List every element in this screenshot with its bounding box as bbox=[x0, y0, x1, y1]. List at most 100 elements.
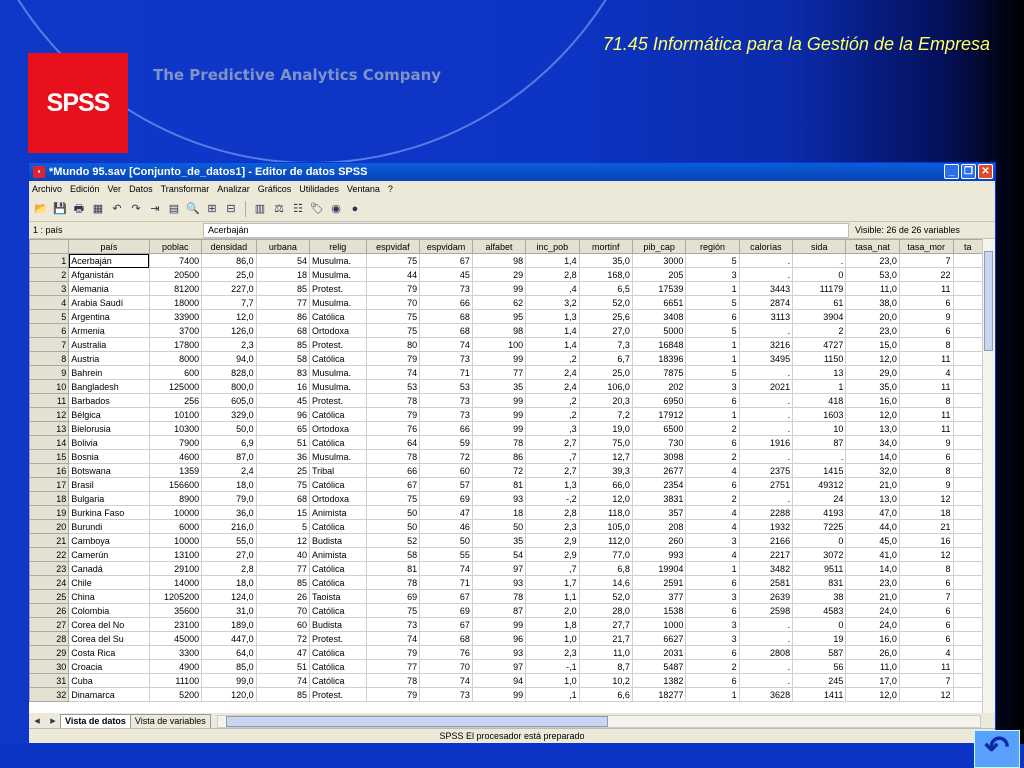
data-cell[interactable]: Chile bbox=[68, 575, 150, 590]
column-header[interactable]: sida bbox=[792, 239, 847, 254]
data-cell[interactable]: 2 bbox=[792, 323, 847, 338]
data-cell[interactable]: 23,0 bbox=[845, 323, 900, 338]
data-cell[interactable]: 99 bbox=[471, 393, 527, 408]
data-cell[interactable]: 77 bbox=[255, 561, 311, 576]
data-cell[interactable]: Católica bbox=[309, 519, 367, 534]
row-number[interactable]: 31 bbox=[29, 673, 70, 688]
data-cell[interactable]: 75 bbox=[365, 323, 421, 338]
data-cell[interactable]: 6 bbox=[898, 603, 954, 618]
data-cell[interactable] bbox=[952, 659, 983, 674]
data-cell[interactable] bbox=[952, 561, 983, 576]
data-cell[interactable]: 79 bbox=[365, 351, 421, 366]
cell-value-input[interactable]: Acerbaján bbox=[203, 222, 849, 238]
data-cell[interactable]: 74 bbox=[365, 365, 421, 380]
data-cell[interactable]: 72 bbox=[471, 463, 527, 478]
data-cell[interactable]: 24 bbox=[792, 491, 847, 506]
data-cell[interactable]: 67 bbox=[419, 253, 473, 268]
data-cell[interactable]: 16,0 bbox=[845, 393, 900, 408]
data-cell[interactable]: 418 bbox=[792, 393, 847, 408]
data-cell[interactable]: 8,7 bbox=[578, 659, 633, 674]
data-cell[interactable]: 1,8 bbox=[525, 617, 580, 632]
data-cell[interactable]: 24,0 bbox=[845, 617, 900, 632]
data-cell[interactable]: 32,0 bbox=[845, 463, 900, 478]
data-cell[interactable]: 53 bbox=[365, 379, 421, 394]
data-cell[interactable]: 21,7 bbox=[578, 631, 633, 646]
data-cell[interactable]: 6 bbox=[685, 673, 740, 688]
data-cell[interactable]: 18 bbox=[471, 505, 527, 520]
data-cell[interactable]: 2,4 bbox=[525, 365, 580, 380]
data-cell[interactable]: 52,0 bbox=[578, 589, 633, 604]
data-cell[interactable]: Croacia bbox=[68, 659, 150, 674]
data-cell[interactable]: 10000 bbox=[148, 505, 203, 520]
data-cell[interactable]: 73 bbox=[419, 687, 473, 702]
data-cell[interactable] bbox=[952, 323, 983, 338]
data-cell[interactable]: 81 bbox=[471, 477, 527, 492]
data-cell[interactable]: 8 bbox=[898, 337, 954, 352]
data-cell[interactable]: 79 bbox=[365, 645, 421, 660]
data-cell[interactable]: 50 bbox=[419, 533, 473, 548]
data-cell[interactable]: 2031 bbox=[631, 645, 687, 660]
data-cell[interactable]: 39,3 bbox=[578, 463, 633, 478]
data-cell[interactable]: 1603 bbox=[792, 407, 847, 422]
data-cell[interactable]: 76 bbox=[419, 645, 473, 660]
data-cell[interactable]: 11179 bbox=[792, 281, 847, 296]
data-cell[interactable]: 3408 bbox=[631, 309, 687, 324]
data-cell[interactable]: 2375 bbox=[738, 463, 794, 478]
data-cell[interactable]: 5200 bbox=[148, 687, 203, 702]
data-cell[interactable]: -,1 bbox=[525, 659, 580, 674]
data-cell[interactable]: 78 bbox=[365, 393, 421, 408]
data-cell[interactable]: 208 bbox=[631, 519, 687, 534]
use-sets-icon[interactable]: ◉ bbox=[328, 201, 344, 217]
row-number[interactable]: 23 bbox=[29, 561, 70, 576]
data-cell[interactable]: 2,4 bbox=[201, 463, 257, 478]
data-cell[interactable]: Bolivia bbox=[68, 435, 150, 450]
data-cell[interactable]: 47 bbox=[255, 645, 311, 660]
data-cell[interactable]: 7400 bbox=[148, 253, 203, 268]
data-cell[interactable]: . bbox=[738, 449, 794, 464]
data-cell[interactable]: 13,0 bbox=[845, 421, 900, 436]
data-cell[interactable]: . bbox=[738, 407, 794, 422]
data-cell[interactable]: 18 bbox=[898, 505, 954, 520]
row-number[interactable]: 32 bbox=[29, 687, 70, 702]
data-cell[interactable]: 1,4 bbox=[525, 337, 580, 352]
show-all-icon[interactable]: ● bbox=[347, 201, 363, 217]
data-cell[interactable] bbox=[952, 379, 983, 394]
data-cell[interactable]: 168,0 bbox=[578, 267, 633, 282]
data-cell[interactable]: 79 bbox=[365, 687, 421, 702]
data-cell[interactable]: 2354 bbox=[631, 477, 687, 492]
data-cell[interactable]: 25,0 bbox=[201, 267, 257, 282]
data-cell[interactable]: Musulma. bbox=[309, 449, 367, 464]
data-cell[interactable]: 29100 bbox=[148, 561, 203, 576]
data-cell[interactable]: 4583 bbox=[792, 603, 847, 618]
select-cases-icon[interactable]: ☷ bbox=[290, 201, 306, 217]
data-cell[interactable]: 1,0 bbox=[525, 631, 580, 646]
data-cell[interactable]: 50 bbox=[471, 519, 527, 534]
data-cell[interactable]: 61 bbox=[792, 295, 847, 310]
data-cell[interactable]: 96 bbox=[471, 631, 527, 646]
column-header[interactable]: región bbox=[685, 239, 740, 254]
data-cell[interactable]: 50,0 bbox=[201, 421, 257, 436]
data-cell[interactable]: 34,0 bbox=[845, 435, 900, 450]
data-cell[interactable]: Botswana bbox=[68, 463, 150, 478]
data-cell[interactable]: 36 bbox=[255, 449, 311, 464]
data-cell[interactable]: Animista bbox=[309, 547, 367, 562]
data-cell[interactable]: 25,6 bbox=[578, 309, 633, 324]
data-cell[interactable]: 99 bbox=[471, 407, 527, 422]
row-number[interactable]: 10 bbox=[29, 379, 70, 394]
data-cell[interactable]: 18277 bbox=[631, 687, 687, 702]
data-cell[interactable]: 1359 bbox=[148, 463, 203, 478]
row-number[interactable]: 13 bbox=[29, 421, 70, 436]
data-cell[interactable] bbox=[952, 603, 983, 618]
data-cell[interactable]: 6 bbox=[898, 323, 954, 338]
data-cell[interactable]: China bbox=[68, 589, 150, 604]
data-cell[interactable] bbox=[952, 351, 983, 366]
data-cell[interactable]: 99 bbox=[471, 687, 527, 702]
data-cell[interactable]: Católica bbox=[309, 561, 367, 576]
data-cell[interactable]: Camerún bbox=[68, 547, 150, 562]
data-cell[interactable]: Burundi bbox=[68, 519, 150, 534]
data-cell[interactable]: 6 bbox=[685, 603, 740, 618]
data-cell[interactable]: 98 bbox=[471, 253, 527, 268]
data-cell[interactable]: ,2 bbox=[525, 393, 580, 408]
data-cell[interactable]: Católica bbox=[309, 659, 367, 674]
data-cell[interactable]: 9 bbox=[898, 477, 954, 492]
